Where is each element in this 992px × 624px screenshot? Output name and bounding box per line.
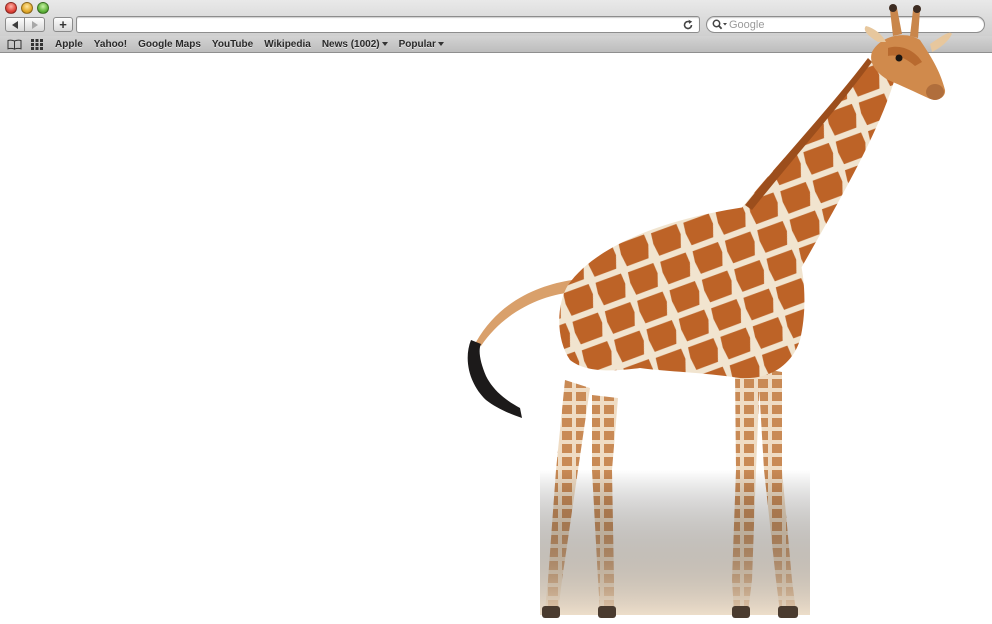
back-arrow-icon (12, 20, 18, 29)
forward-button[interactable] (25, 17, 45, 32)
bookmark-wikipedia[interactable]: Wikipedia (264, 38, 311, 51)
chevron-down-icon (381, 42, 388, 46)
page-content (0, 54, 992, 624)
search-icon[interactable] (712, 19, 728, 31)
search-field[interactable] (706, 16, 985, 33)
browser-window: + Apple (0, 0, 992, 624)
chevron-down-icon (437, 42, 444, 46)
close-window-button[interactable] (5, 2, 17, 14)
forward-arrow-icon (31, 20, 38, 29)
bookmark-popular-label: Popular (398, 39, 436, 50)
grid-icon[interactable] (31, 39, 43, 50)
bookmark-google-maps[interactable]: Google Maps (138, 38, 201, 51)
bookmarks-bar: Apple Yahoo! Google Maps YouTube Wikiped… (0, 36, 992, 53)
toolbar: + (0, 0, 992, 36)
address-input[interactable] (81, 18, 676, 31)
reload-icon[interactable] (682, 19, 694, 31)
bookmark-youtube[interactable]: YouTube (212, 38, 253, 51)
back-button[interactable] (5, 17, 25, 32)
bookmark-popular-menu[interactable]: Popular (399, 38, 444, 51)
add-bookmark-button[interactable]: + (53, 17, 73, 32)
book-icon[interactable] (7, 39, 22, 50)
address-bar[interactable] (76, 16, 700, 33)
search-input[interactable] (729, 18, 979, 31)
bookmark-yahoo[interactable]: Yahoo! (94, 38, 127, 51)
zoom-window-button[interactable] (37, 2, 49, 14)
navigation-buttons (5, 17, 45, 32)
plus-icon: + (59, 17, 67, 32)
bookmark-news-label: News (1002) (321, 39, 380, 50)
minimize-window-button[interactable] (21, 2, 33, 14)
bookmark-links: Apple Yahoo! Google Maps YouTube Wikiped… (55, 38, 444, 51)
bookmark-news-menu[interactable]: News (1002) (322, 38, 388, 51)
bookmark-apple[interactable]: Apple (55, 38, 83, 51)
